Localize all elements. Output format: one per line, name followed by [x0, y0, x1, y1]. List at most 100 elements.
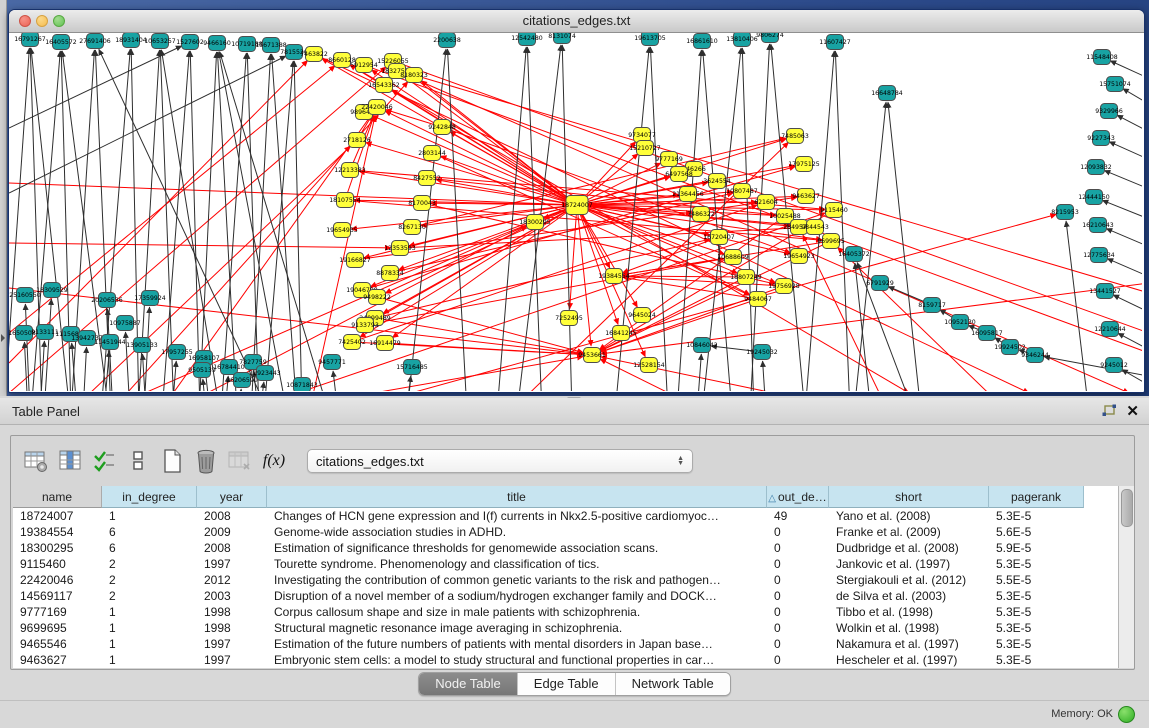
- graph-node-teal[interactable]: 8131074: [548, 33, 576, 44]
- citation-edge-red[interactable]: [309, 116, 375, 391]
- citation-edge-black[interactable]: [203, 379, 206, 391]
- graph-node-teal[interactable]: 2200638: [433, 33, 461, 48]
- table-cell[interactable]: 5.5E-5: [989, 572, 1084, 588]
- row-height-icon[interactable]: [123, 446, 153, 476]
- table-cell[interactable]: 2009: [197, 524, 267, 540]
- graph-node-teal[interactable]: 12444150: [1078, 190, 1110, 205]
- graph-node-yellow[interactable]: 15210727: [629, 141, 661, 156]
- new-document-icon[interactable]: [157, 446, 187, 476]
- graph-node-teal[interactable]: 10871843: [286, 378, 318, 392]
- graph-node-teal[interactable]: 10653257: [144, 34, 176, 49]
- graph-node-teal[interactable]: 15751074: [1099, 77, 1131, 92]
- table-cell[interactable]: Yano et al. (2008): [829, 508, 989, 524]
- citation-network-graph[interactable]: 1679126716405572276914061893140410653257…: [9, 33, 1142, 391]
- table-row[interactable]: 1938455462009Genome-wide association stu…: [13, 524, 1118, 540]
- select-columns-icon[interactable]: [89, 446, 119, 476]
- graph-node-yellow[interactable]: 2718126: [343, 133, 371, 148]
- panel-expand-arrow-icon[interactable]: [1, 334, 5, 342]
- table-cell[interactable]: 18300295: [13, 540, 102, 556]
- citation-edge-black[interactable]: [272, 54, 297, 391]
- citation-edge-black[interactable]: [333, 371, 338, 391]
- table-cell[interactable]: Tourette syndrome. Phenomenology and cla…: [267, 556, 767, 572]
- table-cell[interactable]: 49: [767, 508, 829, 524]
- table-row[interactable]: 1872400712008Changes of HCN gene express…: [13, 508, 1118, 524]
- citation-edge-black[interactable]: [1123, 89, 1142, 110]
- table-cell[interactable]: 5.3E-5: [989, 556, 1084, 572]
- graph-node-teal[interactable]: 16095817: [971, 326, 1003, 341]
- citation-edge-black[interactable]: [1109, 142, 1142, 164]
- citation-edge-black[interactable]: [763, 361, 766, 391]
- graph-node-teal[interactable]: 19245032: [746, 345, 778, 360]
- graph-node-yellow[interactable]: 8170043: [408, 196, 436, 211]
- table-row[interactable]: 946554611997Estimation of the future num…: [13, 636, 1118, 652]
- table-row[interactable]: 911546021997Tourette syndrome. Phenomeno…: [13, 556, 1118, 572]
- table-cell[interactable]: 9777169: [13, 604, 102, 620]
- graph-node-teal[interactable]: 20206536: [91, 293, 123, 308]
- graph-node-yellow[interactable]: 621604: [754, 195, 778, 210]
- citation-edge-black[interactable]: [260, 382, 264, 391]
- tab-edge-table[interactable]: Edge Table: [518, 673, 616, 695]
- table-cell[interactable]: 2003: [197, 588, 267, 604]
- graph-node-teal[interactable]: 8215953: [1051, 205, 1079, 220]
- graph-node-teal[interactable]: 1527602: [176, 35, 204, 50]
- table-cell[interactable]: 14569117: [13, 588, 102, 604]
- table-row[interactable]: 1456911722003Disruption of a novel membe…: [13, 588, 1118, 604]
- table-cell[interactable]: Genome-wide association studies in ADHD.: [267, 524, 767, 540]
- graph-node-yellow[interactable]: 2803144: [418, 146, 446, 161]
- table-selector-dropdown[interactable]: citations_edges.txt ▲▼: [307, 449, 693, 473]
- graph-node-teal[interactable]: 16405572: [45, 35, 77, 50]
- table-cell[interactable]: 5.3E-5: [989, 620, 1084, 636]
- table-cell[interactable]: 18724007: [13, 508, 102, 524]
- table-cell[interactable]: 5.3E-5: [989, 604, 1084, 620]
- citation-edge-red[interactable]: [409, 205, 577, 246]
- graph-node-yellow[interactable]: 19756928: [768, 279, 800, 294]
- column-header-outde[interactable]: △out_de…: [767, 486, 829, 508]
- table-cell[interactable]: Nakamura et al. (1997): [829, 636, 989, 652]
- table-cell[interactable]: 1: [102, 620, 197, 636]
- graph-node-teal[interactable]: 18931404: [115, 33, 147, 48]
- table-cell[interactable]: Tibbo et al. (1998): [829, 604, 989, 620]
- table-cell[interactable]: 1997: [197, 652, 267, 668]
- table-cell[interactable]: Hescheler et al. (1997): [829, 652, 989, 668]
- table-cell[interactable]: Embryonic stem cells: a model to study s…: [267, 652, 767, 668]
- table-cell[interactable]: Corpus callosum shape and size in male p…: [267, 604, 767, 620]
- table-cell[interactable]: 9465546: [13, 636, 102, 652]
- graph-node-teal[interactable]: 9227343: [1087, 131, 1115, 146]
- table-cell[interactable]: 5.3E-5: [989, 636, 1084, 652]
- citation-edge-black[interactable]: [125, 332, 130, 391]
- graph-node-yellow[interactable]: 18107554: [329, 193, 361, 208]
- table-cell[interactable]: 5.6E-5: [989, 524, 1084, 540]
- graph-node-yellow[interactable]: 9699695: [817, 234, 845, 249]
- column-header-pagerank[interactable]: pagerank: [989, 486, 1084, 508]
- table-cell[interactable]: 5.3E-5: [989, 588, 1084, 604]
- graph-node-yellow[interactable]: 18724007: [561, 196, 593, 215]
- citation-edge-red[interactable]: [339, 214, 1056, 391]
- citation-edge-black[interactable]: [162, 51, 189, 391]
- citation-edge-black[interactable]: [888, 102, 921, 391]
- table-cell[interactable]: 6: [102, 540, 197, 556]
- citation-edge-black[interactable]: [1104, 170, 1142, 193]
- show-column-icon[interactable]: [55, 446, 85, 476]
- table-cell[interactable]: 5.3E-5: [989, 652, 1084, 668]
- citation-edge-red[interactable]: [9, 183, 568, 205]
- table-cell[interactable]: 2012: [197, 572, 267, 588]
- graph-node-yellow[interactable]: 12528154: [633, 358, 665, 373]
- column-header-year[interactable]: year: [197, 486, 267, 508]
- graph-node-yellow[interactable]: 16914479: [369, 336, 401, 351]
- graph-node-yellow[interactable]: 7425402: [338, 335, 366, 350]
- table-row[interactable]: 977716911998Corpus callosum shape and si…: [13, 604, 1118, 620]
- citation-edge-black[interactable]: [1118, 333, 1142, 355]
- table-cell[interactable]: 9463627: [13, 652, 102, 668]
- citation-edge-black[interactable]: [220, 52, 329, 391]
- graph-node-teal[interactable]: 12542480: [511, 33, 543, 46]
- table-cell[interactable]: 0: [767, 556, 829, 572]
- graph-node-teal[interactable]: 13905133: [126, 338, 158, 353]
- column-header-name[interactable]: name: [13, 486, 102, 508]
- delete-trash-icon[interactable]: [191, 446, 221, 476]
- table-cell[interactable]: 0: [767, 572, 829, 588]
- graph-node-yellow[interactable]: 10807487: [726, 184, 758, 199]
- citation-edge-black[interactable]: [697, 354, 701, 391]
- citation-edge-black[interactable]: [239, 389, 241, 391]
- column-header-title[interactable]: title: [267, 486, 767, 508]
- table-cell[interactable]: 5.3E-5: [989, 508, 1084, 524]
